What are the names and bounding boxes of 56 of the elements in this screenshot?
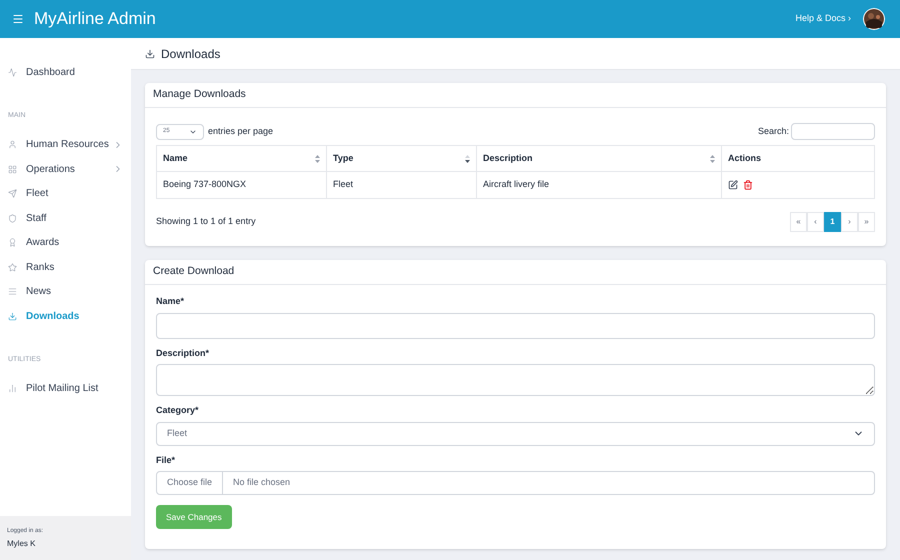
ribbon-icon [8, 238, 17, 248]
column-header[interactable]: Description [476, 146, 722, 172]
page-button[interactable]: « [790, 212, 807, 232]
star-icon [8, 262, 17, 272]
edit-icon[interactable] [728, 180, 738, 190]
user-name: Myles K [7, 538, 36, 550]
sort-icon [315, 154, 320, 162]
grid-icon [8, 164, 17, 174]
column-header[interactable]: Actions [722, 146, 874, 172]
file-field[interactable]: Choose file No file chosen [156, 471, 875, 495]
pulse-icon [8, 68, 17, 77]
search-field[interactable] [791, 123, 875, 140]
field-label: Description* [156, 346, 210, 360]
trash-icon[interactable] [743, 180, 753, 190]
download-icon [145, 48, 155, 58]
lines-icon [8, 287, 17, 296]
sort-icon [710, 154, 715, 162]
sidebar-item[interactable]: Awards [0, 230, 131, 255]
sidebar-item[interactable]: Fleet [0, 182, 131, 206]
sidebar-item[interactable]: Operations [0, 157, 131, 182]
sort-descending-icon [465, 154, 470, 162]
person-icon [8, 140, 17, 150]
card-title: Manage Downloads [153, 87, 246, 102]
category-select[interactable]: Fleet [156, 422, 875, 446]
sidebar-item[interactable]: Dashboard [0, 60, 131, 84]
page-button[interactable]: » [858, 212, 875, 232]
name-field[interactable] [156, 312, 875, 338]
column-header[interactable]: Name [156, 146, 326, 172]
sidebar-item[interactable]: Ranks [0, 255, 131, 280]
search-label: Search: [758, 124, 789, 138]
table-cell: Aircraft livery file [476, 172, 722, 198]
paper-plane-icon [8, 189, 17, 198]
sidebar-item[interactable]: Staff [0, 206, 131, 230]
download-icon [8, 312, 17, 321]
column-header[interactable]: Type [326, 146, 476, 172]
entries-label: entries per page [208, 124, 274, 138]
sidebar-item[interactable]: Pilot Mailing List [0, 376, 131, 401]
menu-icon[interactable] [12, 13, 24, 25]
choose-file-button[interactable]: Choose file [157, 472, 224, 494]
card-title: Create Download [153, 264, 234, 280]
field-label: Name* [156, 295, 186, 308]
description-field[interactable] [156, 364, 875, 396]
page-title: Downloads [161, 46, 220, 62]
table-cell: Boeing 737-800NGX [156, 172, 326, 198]
field-label: File* [156, 454, 176, 466]
shield-icon [8, 214, 17, 223]
page-button[interactable]: › [841, 212, 858, 232]
sidebar-item[interactable]: Human Resources [0, 132, 131, 157]
bars-icon [8, 384, 17, 394]
table-cell: Fleet [326, 172, 476, 198]
file-status: No file chosen [232, 476, 292, 490]
page-button[interactable]: ‹ [807, 212, 824, 232]
field-label: Category* [156, 404, 200, 417]
sidebar-item[interactable]: News [0, 280, 131, 304]
entries-summary: Showing 1 to 1 of 1 entry [156, 215, 257, 228]
app-title: MyAirline Admin [34, 8, 157, 30]
